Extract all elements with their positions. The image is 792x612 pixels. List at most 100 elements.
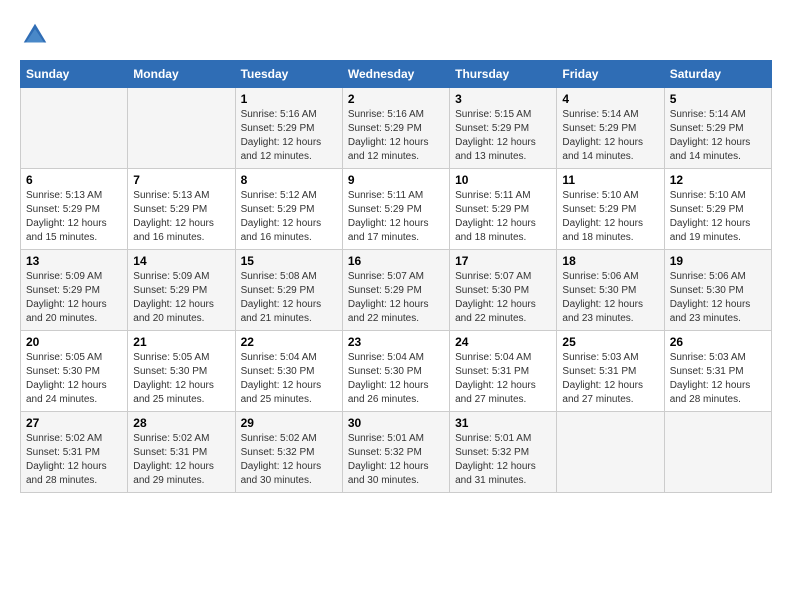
- day-number: 24: [455, 335, 551, 349]
- logo-icon: [20, 20, 50, 50]
- day-info: Sunrise: 5:16 AMSunset: 5:29 PMDaylight:…: [241, 108, 337, 164]
- day-number: 26: [670, 335, 766, 349]
- calendar-cell: 13 Sunrise: 5:09 AMSunset: 5:29 PMDayligh…: [21, 250, 128, 331]
- day-number: 6: [26, 173, 122, 187]
- logo: [20, 20, 54, 50]
- calendar-cell: 4 Sunrise: 5:14 AMSunset: 5:29 PMDaylight…: [557, 88, 664, 169]
- day-info: Sunrise: 5:06 AMSunset: 5:30 PMDaylight:…: [562, 270, 658, 326]
- calendar-cell: 31 Sunrise: 5:01 AMSunset: 5:32 PMDayligh…: [450, 412, 557, 493]
- calendar-cell: 11 Sunrise: 5:10 AMSunset: 5:29 PMDayligh…: [557, 169, 664, 250]
- day-info: Sunrise: 5:14 AMSunset: 5:29 PMDaylight:…: [670, 108, 766, 164]
- day-number: 13: [26, 254, 122, 268]
- day-info: Sunrise: 5:16 AMSunset: 5:29 PMDaylight:…: [348, 108, 444, 164]
- day-number: 18: [562, 254, 658, 268]
- calendar-cell: 23 Sunrise: 5:04 AMSunset: 5:30 PMDayligh…: [342, 331, 449, 412]
- day-number: 16: [348, 254, 444, 268]
- weekday-header-sunday: Sunday: [21, 61, 128, 88]
- day-info: Sunrise: 5:07 AMSunset: 5:29 PMDaylight:…: [348, 270, 444, 326]
- page-header: [20, 20, 772, 50]
- calendar-cell: 29 Sunrise: 5:02 AMSunset: 5:32 PMDayligh…: [235, 412, 342, 493]
- day-info: Sunrise: 5:04 AMSunset: 5:30 PMDaylight:…: [241, 351, 337, 407]
- calendar-cell: 7 Sunrise: 5:13 AMSunset: 5:29 PMDaylight…: [128, 169, 235, 250]
- day-info: Sunrise: 5:10 AMSunset: 5:29 PMDaylight:…: [670, 189, 766, 245]
- calendar-cell: 28Sunrise: 5:02 AMSunset: 5:31 PMDayligh…: [128, 412, 235, 493]
- calendar-cell: 18 Sunrise: 5:06 AMSunset: 5:30 PMDayligh…: [557, 250, 664, 331]
- day-info: Sunrise: 5:13 AMSunset: 5:29 PMDaylight:…: [26, 189, 122, 245]
- day-info: Sunrise: 5:03 AMSunset: 5:31 PMDaylight:…: [670, 351, 766, 407]
- calendar-cell: 9 Sunrise: 5:11 AMSunset: 5:29 PMDaylight…: [342, 169, 449, 250]
- day-number: 21: [133, 335, 229, 349]
- day-info: Sunrise: 5:02 AMSunset: 5:31 PMDaylight:…: [26, 432, 122, 488]
- day-info: Sunrise: 5:08 AMSunset: 5:29 PMDaylight:…: [241, 270, 337, 326]
- day-number: 9: [348, 173, 444, 187]
- day-info: Sunrise: 5:03 AMSunset: 5:31 PMDaylight:…: [562, 351, 658, 407]
- calendar-cell: 30 Sunrise: 5:01 AMSunset: 5:32 PMDayligh…: [342, 412, 449, 493]
- calendar-cell: [128, 88, 235, 169]
- day-info: Sunrise: 5:10 AMSunset: 5:29 PMDaylight:…: [562, 189, 658, 245]
- day-number: 31: [455, 416, 551, 430]
- calendar-cell: 17 Sunrise: 5:07 AMSunset: 5:30 PMDayligh…: [450, 250, 557, 331]
- day-number: 3: [455, 92, 551, 106]
- calendar-cell: [664, 412, 771, 493]
- calendar-cell: 12 Sunrise: 5:10 AMSunset: 5:29 PMDayligh…: [664, 169, 771, 250]
- weekday-header-thursday: Thursday: [450, 61, 557, 88]
- day-number: 20: [26, 335, 122, 349]
- day-info: Sunrise: 5:02 AMSunset: 5:32 PMDaylight:…: [241, 432, 337, 488]
- calendar-cell: 3 Sunrise: 5:15 AMSunset: 5:29 PMDaylight…: [450, 88, 557, 169]
- calendar-cell: 14Sunrise: 5:09 AMSunset: 5:29 PMDayligh…: [128, 250, 235, 331]
- day-info: Sunrise: 5:02 AMSunset: 5:31 PMDaylight:…: [133, 432, 229, 488]
- calendar-cell: 16 Sunrise: 5:07 AMSunset: 5:29 PMDayligh…: [342, 250, 449, 331]
- day-number: 5: [670, 92, 766, 106]
- calendar-cell: 1 Sunrise: 5:16 AMSunset: 5:29 PMDaylight…: [235, 88, 342, 169]
- day-info: Sunrise: 5:13 AMSunset: 5:29 PMDaylight:…: [133, 189, 229, 245]
- calendar-cell: 5 Sunrise: 5:14 AMSunset: 5:29 PMDaylight…: [664, 88, 771, 169]
- day-number: 12: [670, 173, 766, 187]
- calendar-cell: 21 Sunrise: 5:05 AMSunset: 5:30 PMDayligh…: [128, 331, 235, 412]
- day-info: Sunrise: 5:11 AMSunset: 5:29 PMDaylight:…: [455, 189, 551, 245]
- day-number: 1: [241, 92, 337, 106]
- day-number: 23: [348, 335, 444, 349]
- calendar-cell: 19 Sunrise: 5:06 AMSunset: 5:30 PMDayligh…: [664, 250, 771, 331]
- calendar-cell: 6 Sunrise: 5:13 AMSunset: 5:29 PMDaylight…: [21, 169, 128, 250]
- day-info: Sunrise: 5:06 AMSunset: 5:30 PMDaylight:…: [670, 270, 766, 326]
- day-number: 30: [348, 416, 444, 430]
- day-number: 14: [133, 254, 229, 268]
- weekday-header-wednesday: Wednesday: [342, 61, 449, 88]
- day-info: Sunrise: 5:07 AMSunset: 5:30 PMDaylight:…: [455, 270, 551, 326]
- calendar-cell: 26 Sunrise: 5:03 AMSunset: 5:31 PMDayligh…: [664, 331, 771, 412]
- day-number: 4: [562, 92, 658, 106]
- calendar-table: SundayMondayTuesdayWednesdayThursdayFrid…: [20, 60, 772, 493]
- day-number: 7: [133, 173, 229, 187]
- calendar-cell: 27 Sunrise: 5:02 AMSunset: 5:31 PMDayligh…: [21, 412, 128, 493]
- day-info: Sunrise: 5:01 AMSunset: 5:32 PMDaylight:…: [455, 432, 551, 488]
- calendar-cell: 8 Sunrise: 5:12 AMSunset: 5:29 PMDaylight…: [235, 169, 342, 250]
- day-number: 10: [455, 173, 551, 187]
- day-number: 19: [670, 254, 766, 268]
- day-number: 17: [455, 254, 551, 268]
- day-info: Sunrise: 5:04 AMSunset: 5:30 PMDaylight:…: [348, 351, 444, 407]
- weekday-header-monday: Monday: [128, 61, 235, 88]
- day-info: Sunrise: 5:14 AMSunset: 5:29 PMDaylight:…: [562, 108, 658, 164]
- day-info: Sunrise: 5:11 AMSunset: 5:29 PMDaylight:…: [348, 189, 444, 245]
- day-number: 29: [241, 416, 337, 430]
- calendar-cell: 15Sunrise: 5:08 AMSunset: 5:29 PMDayligh…: [235, 250, 342, 331]
- day-info: Sunrise: 5:05 AMSunset: 5:30 PMDaylight:…: [133, 351, 229, 407]
- day-info: Sunrise: 5:12 AMSunset: 5:29 PMDaylight:…: [241, 189, 337, 245]
- weekday-header-saturday: Saturday: [664, 61, 771, 88]
- day-info: Sunrise: 5:15 AMSunset: 5:29 PMDaylight:…: [455, 108, 551, 164]
- day-info: Sunrise: 5:05 AMSunset: 5:30 PMDaylight:…: [26, 351, 122, 407]
- calendar-cell: 25Sunrise: 5:03 AMSunset: 5:31 PMDayligh…: [557, 331, 664, 412]
- day-number: 11: [562, 173, 658, 187]
- calendar-cell: 10 Sunrise: 5:11 AMSunset: 5:29 PMDayligh…: [450, 169, 557, 250]
- day-info: Sunrise: 5:04 AMSunset: 5:31 PMDaylight:…: [455, 351, 551, 407]
- weekday-header-tuesday: Tuesday: [235, 61, 342, 88]
- calendar-cell: [557, 412, 664, 493]
- day-info: Sunrise: 5:09 AMSunset: 5:29 PMDaylight:…: [26, 270, 122, 326]
- calendar-cell: 20 Sunrise: 5:05 AMSunset: 5:30 PMDayligh…: [21, 331, 128, 412]
- day-number: 8: [241, 173, 337, 187]
- day-info: Sunrise: 5:01 AMSunset: 5:32 PMDaylight:…: [348, 432, 444, 488]
- calendar-cell: 2 Sunrise: 5:16 AMSunset: 5:29 PMDaylight…: [342, 88, 449, 169]
- day-number: 27: [26, 416, 122, 430]
- day-number: 2: [348, 92, 444, 106]
- day-number: 22: [241, 335, 337, 349]
